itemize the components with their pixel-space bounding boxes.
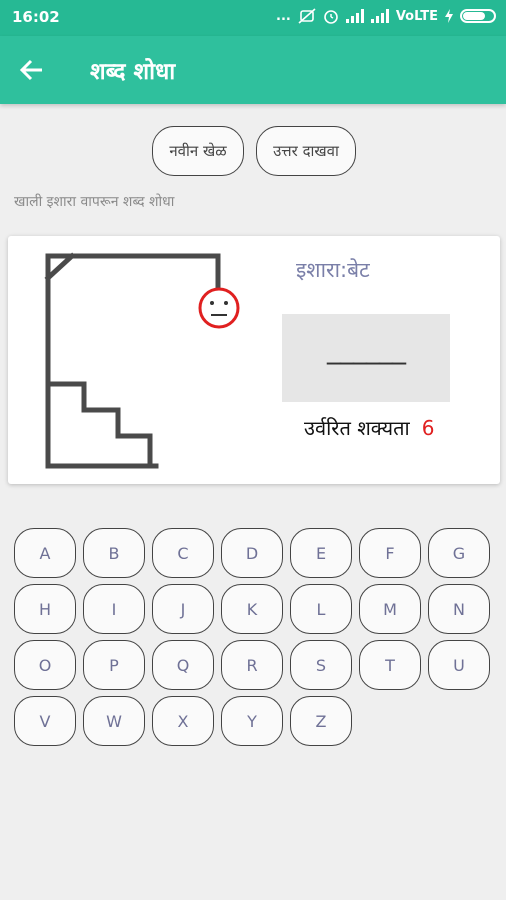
key-u[interactable]: U <box>428 640 490 690</box>
key-a[interactable]: A <box>14 528 76 578</box>
top-controls: नवीन खेळ उत्तर दाखवा <box>0 126 506 176</box>
key-n[interactable]: N <box>428 584 490 634</box>
key-v[interactable]: V <box>14 696 76 746</box>
status-time: 16:02 <box>12 8 60 26</box>
new-game-button[interactable]: नवीन खेळ <box>152 126 244 176</box>
key-f[interactable]: F <box>359 528 421 578</box>
sad-face-icon <box>198 287 240 329</box>
instruction-text: खाली इशारा वापरून शब्द शोधा <box>14 194 175 210</box>
key-o[interactable]: O <box>14 640 76 690</box>
key-z[interactable]: Z <box>290 696 352 746</box>
key-w[interactable]: W <box>83 696 145 746</box>
key-r[interactable]: R <box>221 640 283 690</box>
app-bar: शब्द शोधा <box>0 36 506 104</box>
key-m[interactable]: M <box>359 584 421 634</box>
key-i[interactable]: I <box>83 584 145 634</box>
key-y[interactable]: Y <box>221 696 283 746</box>
page-title: शब्द शोधा <box>90 59 176 85</box>
game-card: इशारा:बेट ______ उर्वरित शक्यता 6 <box>8 236 500 484</box>
status-icons: ... VoLTE <box>276 8 496 24</box>
remaining-count: 6 <box>421 416 435 440</box>
status-bar: 16:02 ... VoLTE <box>0 0 506 36</box>
key-g[interactable]: G <box>428 528 490 578</box>
hint-text: इशारा:बेट <box>296 258 370 282</box>
key-d[interactable]: D <box>221 528 283 578</box>
mute-icon <box>298 8 316 24</box>
key-b[interactable]: B <box>83 528 145 578</box>
show-answer-button[interactable]: उत्तर दाखवा <box>256 126 356 176</box>
key-p[interactable]: P <box>83 640 145 690</box>
remaining-label: उर्वरित शक्यता <box>304 416 410 440</box>
key-h[interactable]: H <box>14 584 76 634</box>
charging-icon <box>445 9 453 23</box>
key-c[interactable]: C <box>152 528 214 578</box>
battery-icon <box>460 9 496 23</box>
key-x[interactable]: X <box>152 696 214 746</box>
alarm-icon <box>324 10 338 24</box>
network-type: VoLTE <box>395 8 438 24</box>
word-display-box: ______ <box>282 314 450 402</box>
signal-icon-2 <box>370 9 389 23</box>
key-t[interactable]: T <box>359 640 421 690</box>
key-s[interactable]: S <box>290 640 352 690</box>
remaining-chances: उर्वरित शक्यता 6 <box>304 414 434 441</box>
notification-dots: ... <box>276 8 291 24</box>
hangman-gallows-icon <box>44 252 240 469</box>
word-display: ______ <box>327 332 406 365</box>
signal-icon <box>345 9 364 23</box>
key-k[interactable]: K <box>221 584 283 634</box>
key-e[interactable]: E <box>290 528 352 578</box>
key-j[interactable]: J <box>152 584 214 634</box>
key-q[interactable]: Q <box>152 640 214 690</box>
arrow-left-icon[interactable] <box>14 52 50 88</box>
key-l[interactable]: L <box>290 584 352 634</box>
